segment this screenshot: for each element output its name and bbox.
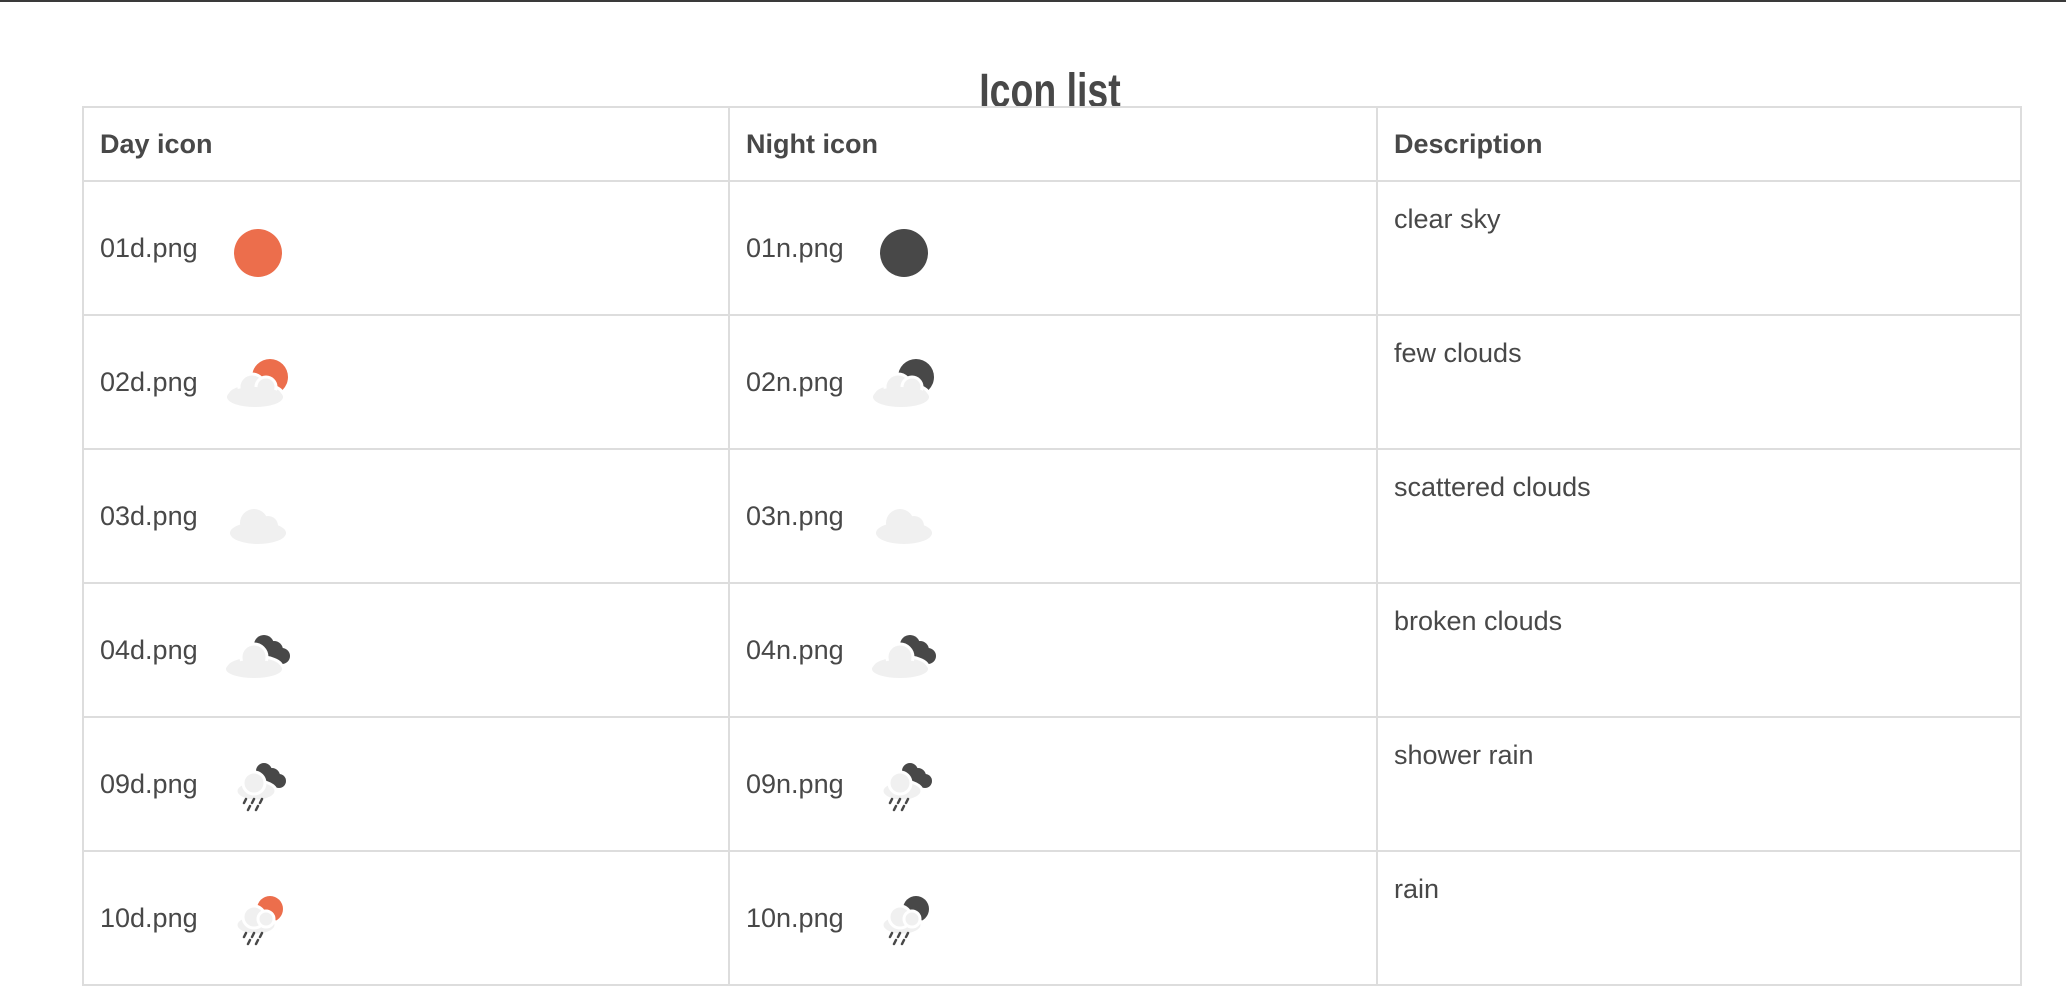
description-cell: broken clouds — [1376, 582, 2022, 718]
night-filename: 01n.png — [746, 232, 844, 263]
header-day-icon: Day icon — [82, 106, 730, 182]
day-cell: 01d.png — [82, 180, 730, 316]
day-cell: 03d.png — [82, 448, 730, 584]
few-clouds-night-icon — [868, 347, 958, 417]
scattered-clouds-night-icon — [868, 481, 958, 551]
table-row: 04d.png 04n.png broken clouds — [82, 582, 2022, 718]
night-cell: 10n.png — [728, 850, 1378, 986]
day-filename: 03d.png — [100, 500, 198, 531]
day-filename: 01d.png — [100, 232, 198, 263]
night-filename: 04n.png — [746, 634, 844, 665]
night-cell: 09n.png — [728, 716, 1378, 852]
shower-rain-night-icon — [868, 749, 958, 819]
description-text: scattered clouds — [1394, 472, 1591, 502]
description-cell: scattered clouds — [1376, 448, 2022, 584]
day-filename: 02d.png — [100, 366, 198, 397]
day-cell: 09d.png — [82, 716, 730, 852]
header-description: Description — [1376, 106, 2022, 182]
rain-day-icon — [222, 883, 312, 953]
top-border-line — [0, 0, 2066, 2]
clear-sky-night-icon — [868, 213, 958, 283]
icon-list-table: Day icon Night icon Description 01d.png … — [82, 106, 2022, 986]
table-row: 10d.png 10n.png rain — [82, 850, 2022, 986]
description-cell: few clouds — [1376, 314, 2022, 450]
table-row: 03d.png 03n.png scattered clouds — [82, 448, 2022, 584]
night-cell: 02n.png — [728, 314, 1378, 450]
table-row: 01d.png 01n.png clear sky — [82, 180, 2022, 316]
rain-night-icon — [868, 883, 958, 953]
night-filename: 03n.png — [746, 500, 844, 531]
table-row: 02d.png 02n.png few clouds — [82, 314, 2022, 450]
description-cell: shower rain — [1376, 716, 2022, 852]
day-cell: 04d.png — [82, 582, 730, 718]
night-cell: 01n.png — [728, 180, 1378, 316]
table-row: 09d.png 09n.png shower rain — [82, 716, 2022, 852]
description-text: few clouds — [1394, 338, 1522, 368]
day-filename: 04d.png — [100, 634, 198, 665]
shower-rain-day-icon — [222, 749, 312, 819]
day-filename: 09d.png — [100, 768, 198, 799]
clear-sky-day-icon — [222, 213, 312, 283]
scattered-clouds-day-icon — [222, 481, 312, 551]
description-text: rain — [1394, 874, 1440, 904]
night-filename: 10n.png — [746, 902, 844, 933]
table-header-row: Day icon Night icon Description — [82, 106, 2022, 182]
day-filename: 10d.png — [100, 902, 198, 933]
description-text: broken clouds — [1394, 606, 1563, 636]
night-cell: 04n.png — [728, 582, 1378, 718]
day-cell: 10d.png — [82, 850, 730, 986]
broken-clouds-day-icon — [222, 615, 312, 685]
night-filename: 09n.png — [746, 768, 844, 799]
description-text: clear sky — [1394, 204, 1501, 234]
description-text: shower rain — [1394, 740, 1534, 770]
few-clouds-day-icon — [222, 347, 312, 417]
header-night-icon: Night icon — [728, 106, 1378, 182]
broken-clouds-night-icon — [868, 615, 958, 685]
description-cell: rain — [1376, 850, 2022, 986]
description-cell: clear sky — [1376, 180, 2022, 316]
night-filename: 02n.png — [746, 366, 844, 397]
night-cell: 03n.png — [728, 448, 1378, 584]
day-cell: 02d.png — [82, 314, 730, 450]
